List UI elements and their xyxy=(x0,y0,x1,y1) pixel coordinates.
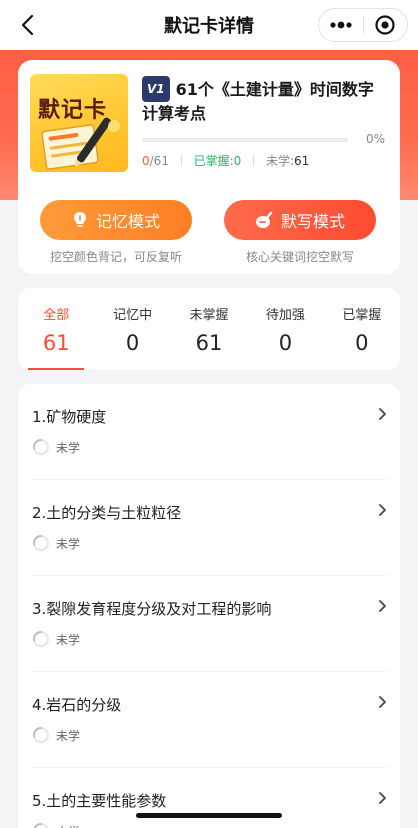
item-title: 4.岩石的分级 xyxy=(32,696,122,714)
item-status: 未学 xyxy=(32,822,80,828)
card-cover[interactable]: 默记卡 xyxy=(30,74,128,172)
version-badge: V1 xyxy=(142,76,170,102)
item-status-label: 未学 xyxy=(56,728,81,743)
home-indicator xyxy=(136,813,282,818)
card-summary: 默记卡 V1 61个《土建计量》时间数字计算考点 0% 0/61 已掌握:0 未学… xyxy=(18,60,400,274)
progress-stats: 0/61 已掌握:0 未学:61 xyxy=(142,152,309,169)
chevron-right-icon xyxy=(378,694,388,713)
item-title: 5.土的主要性能参数 xyxy=(32,792,167,810)
tab-label: 待加强 xyxy=(265,308,305,323)
item-status-label: 未学 xyxy=(56,823,80,828)
list-item[interactable]: 4.岩石的分级 未学 xyxy=(18,672,400,768)
tab-count: 0 xyxy=(278,331,293,355)
loading-circle-icon xyxy=(33,727,49,743)
item-status-label: 未学 xyxy=(56,440,81,455)
memory-mode-desc: 挖空颜色背记，可反复听 xyxy=(49,250,182,264)
loading-circle-icon xyxy=(33,631,49,647)
done-count: 0 xyxy=(142,154,150,168)
chevron-right-icon xyxy=(378,502,388,521)
item-status-label: 未学 xyxy=(56,536,81,551)
lightbulb-icon xyxy=(73,212,86,227)
navbar: 默记卡详情 xyxy=(0,0,418,50)
chevron-right-icon xyxy=(378,790,388,809)
chevron-right-icon xyxy=(378,406,388,425)
stats-divider xyxy=(180,155,182,166)
list-item[interactable]: 2.土的分类与土粒粒径 未学 xyxy=(18,480,400,576)
stats-divider xyxy=(253,155,255,166)
tab-label: 全部 xyxy=(43,308,70,323)
chevron-left-icon[interactable] xyxy=(16,12,42,38)
tab-label: 已掌握 xyxy=(342,308,382,323)
unlearned-label: 未学: xyxy=(265,154,294,168)
tab-count: 61 xyxy=(42,331,70,355)
tab-memorizing[interactable]: 记忆中 0 xyxy=(94,288,170,370)
unlearned-count: 61 xyxy=(294,154,310,168)
mastered-label: 已掌握: xyxy=(193,154,234,168)
dictation-mode-desc: 核心关键词挖空默写 xyxy=(245,250,354,264)
list-item[interactable]: 1.矿物硬度 未学 xyxy=(18,384,400,480)
pen-icon xyxy=(255,211,273,228)
list-item[interactable]: 5.土的主要性能参数 未学 xyxy=(18,768,400,828)
tab-count: 61 xyxy=(195,331,223,355)
tab-label: 未掌握 xyxy=(189,308,229,323)
tab-to-improve[interactable]: 待加强 0 xyxy=(247,288,323,370)
item-status: 未学 xyxy=(32,534,80,552)
tab-count: 0 xyxy=(125,331,140,355)
item-status: 未学 xyxy=(32,630,80,648)
item-status: 未学 xyxy=(32,438,80,456)
card-title-text: 61个《土建计量》时间数字计算考点 xyxy=(142,80,374,123)
chevron-right-icon xyxy=(378,598,388,617)
tab-count: 0 xyxy=(355,331,369,355)
more-dots-icon[interactable] xyxy=(319,9,363,41)
tab-label: 记忆中 xyxy=(113,308,153,323)
mastered-count: 0 xyxy=(233,154,242,168)
memory-mode-label: 记忆模式 xyxy=(95,212,160,231)
dictation-mode-label: 默写模式 xyxy=(280,212,345,231)
item-status: 未学 xyxy=(32,726,80,744)
card-title: V1 61个《土建计量》时间数字计算考点 xyxy=(142,76,388,126)
dictation-mode-button[interactable]: 默写模式 xyxy=(224,200,376,240)
item-title: 2.土的分类与土粒粒径 xyxy=(32,504,182,522)
loading-circle-icon xyxy=(33,535,49,551)
page: 默记卡详情 默记卡 V1 61个《土建计量》时间数字计算考点 0% 0/61 已… xyxy=(0,0,418,828)
item-title: 1.矿物硬度 xyxy=(32,408,107,426)
tab-all[interactable]: 全部 61 xyxy=(18,288,94,370)
tab-mastered[interactable]: 已掌握 0 xyxy=(324,288,400,370)
progress-bar xyxy=(142,138,348,142)
progress-percent: 0% xyxy=(366,132,386,146)
memory-mode-button[interactable]: 记忆模式 xyxy=(40,200,192,240)
page-title: 默记卡详情 xyxy=(164,16,254,37)
loading-circle-icon xyxy=(33,439,49,455)
item-status-label: 未学 xyxy=(56,632,81,647)
total-count: /61 xyxy=(149,154,169,168)
list-item[interactable]: 3.裂隙发育程度分级及对工程的影响 未学 xyxy=(18,576,400,672)
target-icon[interactable] xyxy=(363,9,407,41)
topic-list: 1.矿物硬度 未学 2.土的分类与土粒粒径 未学 3.裂隙发育程度分级及对工程的… xyxy=(18,384,400,828)
filter-tabs: 全部 61 记忆中 0 未掌握 61 待加强 0 已掌握 0 xyxy=(18,288,400,370)
item-title: 3.裂隙发育程度分级及对工程的影响 xyxy=(32,600,272,618)
loading-circle-icon xyxy=(33,823,49,828)
tab-not-mastered[interactable]: 未掌握 61 xyxy=(171,288,247,370)
cover-illustration xyxy=(41,117,120,170)
mini-program-capsule xyxy=(318,8,408,42)
